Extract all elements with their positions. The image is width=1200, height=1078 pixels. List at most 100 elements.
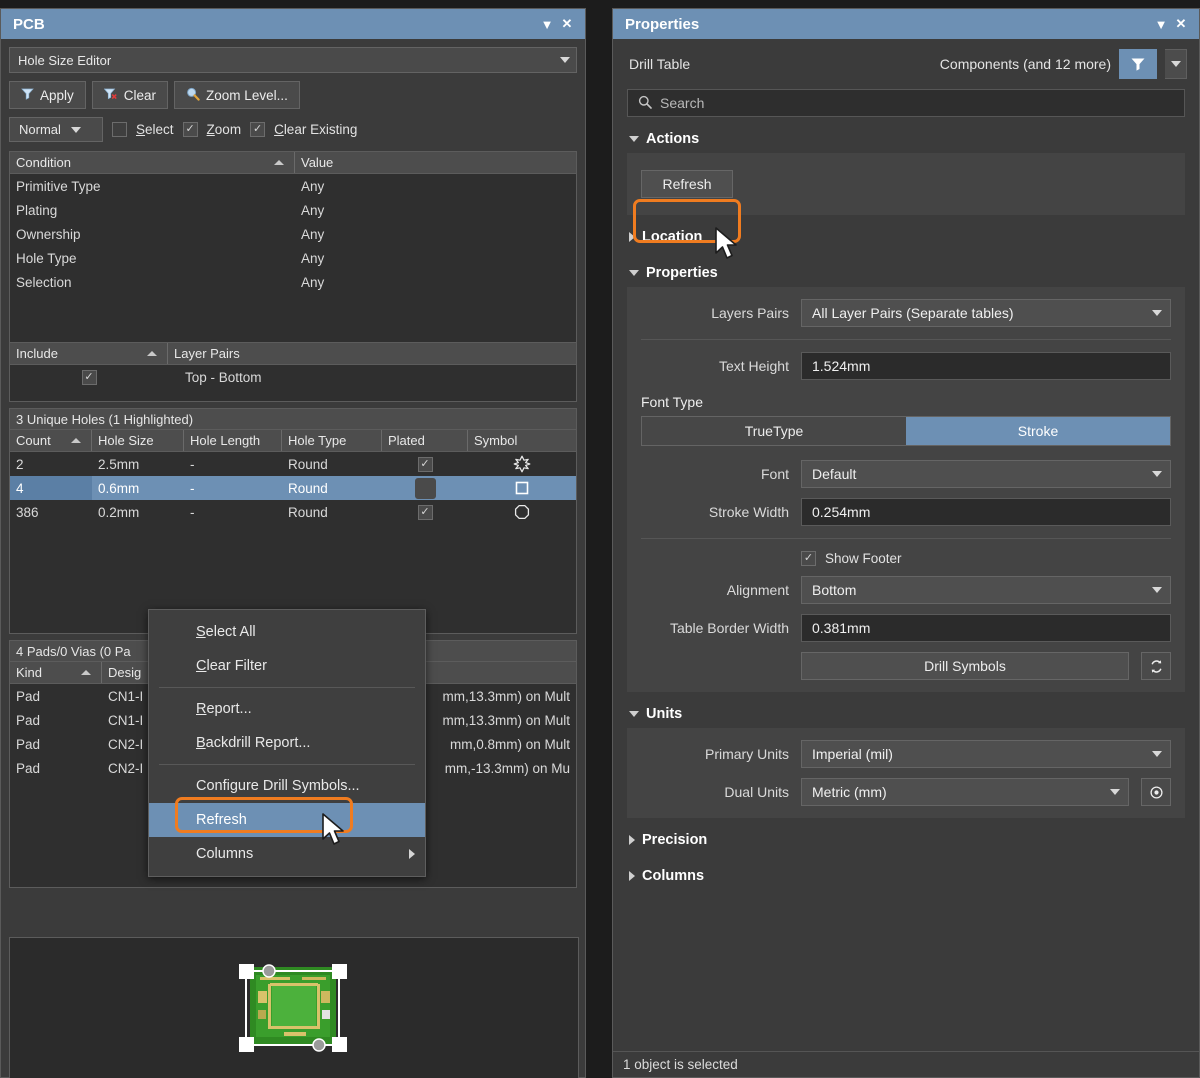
section-header-units[interactable]: Units <box>613 692 1199 728</box>
board-preview[interactable] <box>9 937 579 1078</box>
menu-item-configure-drill-symbols-label: Configure Drill Symbols... <box>196 778 360 794</box>
apply-button-label: Apply <box>40 87 74 103</box>
plated-checkbox[interactable] <box>414 477 436 499</box>
menu-item-backdrill-report-label: Backdrill Report... <box>196 735 311 751</box>
table-border-width-row: Table Border Width 0.381mm <box>641 614 1171 642</box>
font-type-option-truetype[interactable]: TrueType <box>642 417 906 445</box>
column-header-count[interactable]: Count <box>10 430 92 451</box>
plated-checkbox[interactable]: ✓ <box>417 456 433 472</box>
table-row[interactable]: Hole Type Any <box>10 246 576 270</box>
menu-item-select-all-label: Select All <box>196 624 256 640</box>
condition-table-header: Condition Value <box>10 152 576 174</box>
column-header-value[interactable]: Value <box>295 152 576 173</box>
table-border-width-value: 0.381mm <box>812 620 871 636</box>
drill-symbols-button[interactable]: Drill Symbols <box>801 652 1129 680</box>
refresh-button[interactable]: Refresh <box>641 170 733 198</box>
context-menu: Select All Clear Filter Report... Backdr… <box>148 609 426 877</box>
dual-units-dropdown[interactable]: Metric (mm) <box>801 778 1129 806</box>
triangle-down-icon <box>629 136 639 142</box>
chevron-down-icon[interactable] <box>1165 49 1187 79</box>
properties-subheader: Drill Table Components (and 12 more) <box>613 39 1199 85</box>
menu-item-select-all[interactable]: Select All <box>149 615 425 649</box>
column-header-hole-type[interactable]: Hole Type <box>282 430 382 451</box>
menu-item-report[interactable]: Report... <box>149 692 425 726</box>
select-checkbox[interactable] <box>112 122 127 137</box>
cell-layer-pair: Top - Bottom <box>185 369 262 385</box>
clear-button[interactable]: Clear <box>91 81 169 109</box>
table-border-width-label: Table Border Width <box>669 620 789 636</box>
search-input[interactable]: Search <box>627 89 1185 117</box>
layers-pairs-dropdown[interactable]: All Layer Pairs (Separate tables) <box>801 299 1171 327</box>
close-icon[interactable]: ✕ <box>1171 13 1191 35</box>
table-row[interactable]: 4 0.6mm - Round <box>10 476 576 500</box>
editor-mode-combo[interactable]: Hole Size Editor <box>9 47 577 73</box>
clear-existing-checkbox[interactable]: ✓ <box>250 122 266 137</box>
menu-item-clear-filter-label: Clear Filter <box>196 658 267 674</box>
search-icon <box>638 95 652 112</box>
show-footer-checkbox[interactable]: ✓ <box>801 551 816 566</box>
table-row[interactable]: Primitive Type Any <box>10 174 576 198</box>
section-header-location[interactable]: Location <box>613 215 1199 251</box>
triangle-right-icon <box>629 232 635 242</box>
table-row[interactable]: Ownership Any <box>10 222 576 246</box>
column-header-plated[interactable]: Plated <box>382 430 468 451</box>
column-header-condition[interactable]: Condition <box>10 152 295 173</box>
filter-icon[interactable] <box>1119 49 1157 79</box>
close-icon[interactable]: ✕ <box>557 13 577 35</box>
cell-value: Any <box>301 202 325 218</box>
font-dropdown[interactable]: Default <box>801 460 1171 488</box>
primary-units-dropdown[interactable]: Imperial (mil) <box>801 740 1171 768</box>
stroke-width-input[interactable]: 0.254mm <box>801 498 1171 526</box>
column-header-kind[interactable]: Kind <box>10 662 102 683</box>
cell-include: ✓ <box>10 365 168 389</box>
cell-condition: Hole Type <box>16 250 77 266</box>
menu-item-refresh[interactable]: Refresh <box>149 803 425 837</box>
table-border-width-input[interactable]: 0.381mm <box>801 614 1171 642</box>
section-header-precision[interactable]: Precision <box>613 818 1199 854</box>
menu-item-backdrill-report[interactable]: Backdrill Report... <box>149 726 425 760</box>
object-scope-label: Components (and 12 more) <box>939 56 1111 72</box>
menu-item-configure-drill-symbols[interactable]: Configure Drill Symbols... <box>149 769 425 803</box>
menu-item-clear-filter[interactable]: Clear Filter <box>149 649 425 683</box>
column-header-hole-type-label: Hole Type <box>288 433 347 448</box>
cell-kind: Pad <box>16 712 41 728</box>
dual-units-row: Dual Units Metric (mm) <box>641 778 1171 806</box>
section-header-columns[interactable]: Columns <box>613 854 1199 890</box>
chevron-right-icon <box>409 849 415 859</box>
font-type-option-stroke[interactable]: Stroke <box>906 417 1170 445</box>
show-footer-label: Show Footer <box>825 551 902 566</box>
column-header-hole-length[interactable]: Hole Length <box>184 430 282 451</box>
table-row[interactable]: ✓ Top - Bottom <box>10 365 576 389</box>
table-row[interactable]: 386 0.2mm - Round ✓ <box>10 500 576 524</box>
section-header-properties[interactable]: Properties <box>613 251 1199 287</box>
eye-icon[interactable] <box>1141 778 1171 806</box>
alignment-dropdown[interactable]: Bottom <box>801 576 1171 604</box>
chevron-down-icon[interactable]: ▼ <box>537 13 557 35</box>
chevron-down-icon[interactable]: ▼ <box>1151 13 1171 35</box>
apply-button[interactable]: Apply <box>9 81 86 109</box>
highlight-mode-combo[interactable]: Normal <box>9 117 103 142</box>
text-height-input[interactable]: 1.524mm <box>801 352 1171 380</box>
table-row[interactable]: Plating Any <box>10 198 576 222</box>
column-header-layer-pairs-label: Layer Pairs <box>174 346 240 361</box>
column-header-layer-pairs[interactable]: Layer Pairs <box>168 343 576 364</box>
plated-checkbox[interactable]: ✓ <box>417 504 433 520</box>
chevron-down-icon <box>1152 751 1162 757</box>
properties-panel: Properties ▼ ✕ Drill Table Components (a… <box>612 8 1200 1078</box>
table-row[interactable]: 2 2.5mm - Round ✓ <box>10 452 576 476</box>
triangle-right-icon <box>629 835 635 845</box>
pcb-panel-titlebar: PCB ▼ ✕ <box>1 9 585 39</box>
column-header-hole-size[interactable]: Hole Size <box>92 430 184 451</box>
cell-count: 2 <box>16 456 24 472</box>
include-checkbox[interactable]: ✓ <box>81 369 97 385</box>
zoom-checkbox[interactable]: ✓ <box>182 122 198 137</box>
zoom-level-button[interactable]: Zoom Level... <box>174 81 300 109</box>
table-row[interactable]: Selection Any <box>10 270 576 294</box>
stroke-width-row: Stroke Width 0.254mm <box>641 498 1171 526</box>
menu-item-columns[interactable]: Columns <box>149 837 425 871</box>
swap-arrows-icon[interactable] <box>1141 652 1171 680</box>
column-header-symbol[interactable]: Symbol <box>468 430 576 451</box>
column-header-include[interactable]: Include <box>10 343 168 364</box>
cell-hole-length: - <box>190 504 195 520</box>
section-header-actions[interactable]: Actions <box>613 117 1199 153</box>
